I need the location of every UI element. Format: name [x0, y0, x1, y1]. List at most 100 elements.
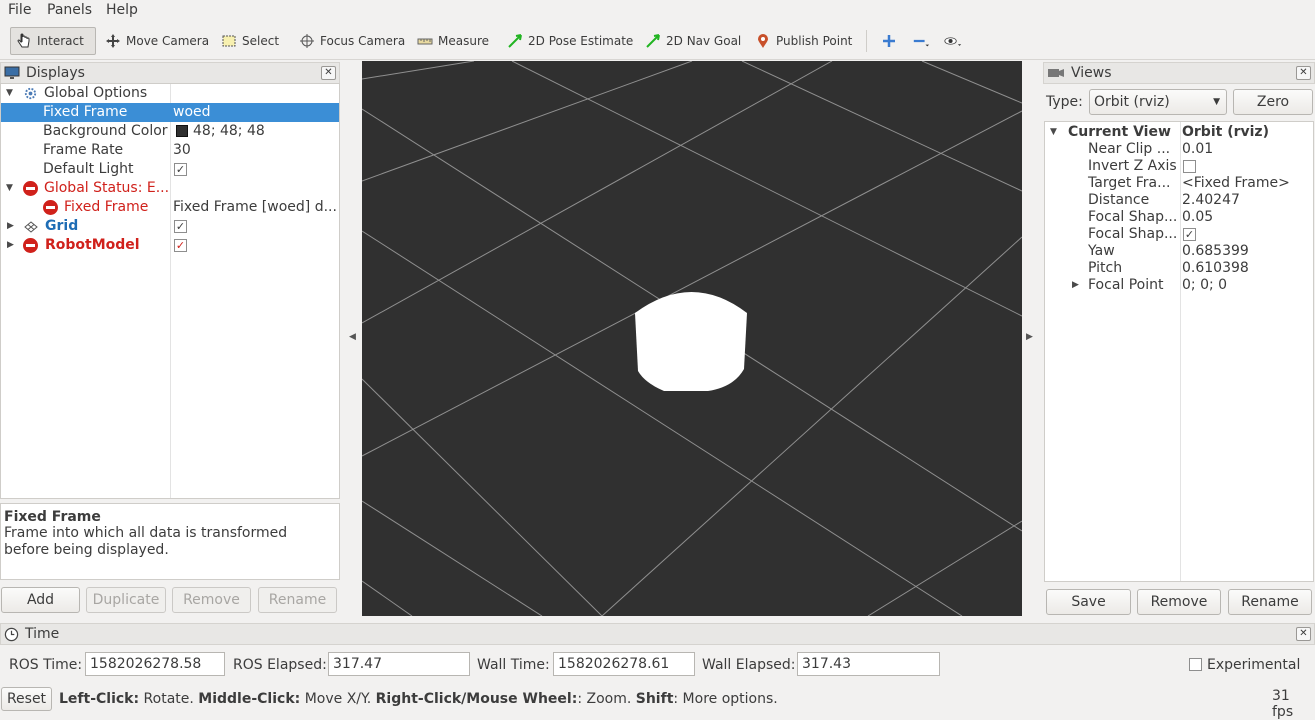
expand-arrow-icon[interactable]: ▼: [6, 179, 13, 198]
hint-key: Middle-Click:: [198, 691, 301, 707]
menu-bar: File Panels Help: [0, 0, 1315, 22]
description-text: Frame into which all data is transformed…: [4, 525, 288, 558]
tree-row-fixed-frame[interactable]: Fixed Frame woed: [1, 103, 339, 122]
minus-icon: [912, 32, 930, 50]
monitor-icon: [4, 66, 20, 80]
tree-row-label: Fixed Frame: [43, 104, 128, 120]
invert-z-checkbox[interactable]: [1183, 160, 1196, 173]
add-display-button[interactable]: Add: [1, 587, 80, 613]
tree-row-frame-rate[interactable]: Frame Rate 30: [1, 141, 339, 160]
fixed-frame-status-value: Fixed Frame [woed] d...: [173, 199, 337, 215]
ros-elapsed-field[interactable]: 317.47: [328, 652, 470, 676]
tool-interact[interactable]: Interact: [10, 27, 96, 55]
expand-arrow-icon[interactable]: ▶: [7, 236, 14, 255]
reset-button[interactable]: Reset: [1, 687, 52, 711]
tool-2d-nav-goal-label: 2D Nav Goal: [666, 34, 742, 48]
tree-row-background-color[interactable]: Background Color 48; 48; 48: [1, 122, 339, 141]
menu-help[interactable]: Help: [106, 2, 138, 18]
tree-row-fixed-frame-status[interactable]: Fixed Frame Fixed Frame [woed] d...: [1, 198, 339, 217]
time-title-bar: Time ✕: [0, 623, 1315, 645]
displays-close-button[interactable]: ✕: [321, 66, 336, 80]
remove-tool-button[interactable]: [908, 27, 938, 55]
focal-point-value[interactable]: 0; 0; 0: [1182, 276, 1227, 295]
expand-arrow-icon[interactable]: ▼: [6, 84, 13, 103]
pose-arrow-icon: [506, 32, 524, 50]
tree-row-label: Global Options: [44, 85, 148, 101]
tool-publish-point[interactable]: Publish Point: [750, 27, 856, 55]
tool-publish-point-label: Publish Point: [776, 34, 853, 48]
wall-elapsed-label: Wall Elapsed:: [702, 657, 796, 673]
hint-text: : Zoom.: [577, 691, 636, 707]
tool-focus-camera-label: Focus Camera: [320, 34, 406, 48]
camera-icon: [1047, 66, 1065, 80]
view-type-select[interactable]: Orbit (rviz) ▼: [1089, 89, 1227, 115]
tool-move-camera[interactable]: Move Camera: [100, 27, 213, 55]
tree-row-label: Frame Rate: [43, 142, 124, 158]
hint-text: : More options.: [673, 691, 778, 707]
tree-row-default-light[interactable]: Default Light ✓: [1, 160, 339, 179]
tree-row-robot-model[interactable]: ▶ RobotModel ✓: [1, 236, 339, 255]
error-icon: [23, 238, 38, 253]
wall-time-field[interactable]: 1582026278.61: [553, 652, 695, 676]
collapse-right-arrow-icon[interactable]: ▶: [1026, 332, 1033, 342]
error-icon: [43, 200, 58, 215]
tool-2d-pose-estimate[interactable]: 2D Pose Estimate: [502, 27, 637, 55]
time-close-button[interactable]: ✕: [1296, 627, 1311, 641]
collapse-left-arrow-icon[interactable]: ◀: [349, 332, 356, 342]
views-close-button[interactable]: ✕: [1296, 66, 1311, 80]
default-light-checkbox[interactable]: ✓: [174, 163, 187, 176]
clock-icon: [4, 627, 19, 642]
tool-select[interactable]: Select: [216, 27, 283, 55]
grid-lines: [362, 61, 1022, 616]
frame-rate-value[interactable]: 30: [173, 141, 191, 160]
plus-icon: [880, 32, 898, 50]
tool-select-label: Select: [242, 34, 280, 48]
views-title: Views: [1071, 65, 1112, 81]
experimental-label: Experimental: [1207, 657, 1301, 673]
remove-view-button[interactable]: Remove: [1137, 589, 1221, 615]
tool-focus-camera[interactable]: Focus Camera: [294, 27, 409, 55]
wall-time-label: Wall Time:: [477, 657, 550, 673]
view-type-value: Orbit (rviz): [1094, 94, 1170, 110]
tool-2d-nav-goal[interactable]: 2D Nav Goal: [640, 27, 745, 55]
focal-shape-fixed-checkbox[interactable]: ✓: [1183, 228, 1196, 241]
save-view-button[interactable]: Save: [1046, 589, 1131, 615]
tree-row-global-options[interactable]: ▼ Global Options: [1, 84, 339, 103]
background-color-value[interactable]: 48; 48; 48: [193, 122, 265, 141]
ros-time-label: ROS Time:: [9, 657, 83, 673]
add-tool-button[interactable]: [876, 27, 906, 55]
tree-row-global-status[interactable]: ▼ Global Status: E...: [1, 179, 339, 198]
toggle-panels-button[interactable]: [940, 27, 970, 55]
move-arrows-icon: [104, 32, 122, 50]
tool-measure[interactable]: Measure: [412, 27, 493, 55]
fps-counter: 31 fps: [1272, 688, 1294, 720]
duplicate-display-button[interactable]: Duplicate: [86, 587, 166, 613]
zero-view-button[interactable]: Zero: [1233, 89, 1313, 115]
menu-file[interactable]: File: [8, 2, 31, 18]
ros-time-field[interactable]: 1582026278.58: [85, 652, 225, 676]
wall-elapsed-field[interactable]: 317.43: [797, 652, 940, 676]
expand-arrow-icon[interactable]: ▶: [7, 217, 14, 236]
expand-arrow-icon[interactable]: ▶: [1072, 276, 1079, 295]
fixed-frame-value[interactable]: woed: [173, 103, 211, 122]
tree-row-label: Global Status: E...: [44, 180, 170, 196]
tree-row-label: Fixed Frame: [64, 199, 149, 215]
tree-row-grid[interactable]: ▶ Grid ✓: [1, 217, 339, 236]
experimental-checkbox[interactable]: [1189, 658, 1202, 671]
tree-row-focal-point[interactable]: ▶ Focal Point 0; 0; 0: [1045, 276, 1313, 295]
chevron-down-icon: ▼: [1213, 97, 1220, 107]
rename-display-button[interactable]: Rename: [258, 587, 337, 613]
menu-panels[interactable]: Panels: [47, 2, 92, 18]
displays-tree: ▼ Global Options Fixed Frame woed Backgr…: [0, 83, 340, 499]
render-viewport[interactable]: [362, 61, 1022, 616]
remove-display-button[interactable]: Remove: [172, 587, 251, 613]
color-swatch[interactable]: [176, 125, 188, 137]
robot-model-enabled-checkbox[interactable]: ✓: [174, 239, 187, 252]
focus-target-icon: [298, 32, 316, 50]
toolbar-separator: [866, 30, 867, 52]
toolbar: Interact Move Camera Select Focus Camera…: [0, 22, 1315, 60]
tree-row-label: Grid: [45, 218, 79, 234]
grid-enabled-checkbox[interactable]: ✓: [174, 220, 187, 233]
status-hint: Left-Click: Rotate. Middle-Click: Move X…: [59, 691, 778, 707]
rename-view-button[interactable]: Rename: [1228, 589, 1312, 615]
